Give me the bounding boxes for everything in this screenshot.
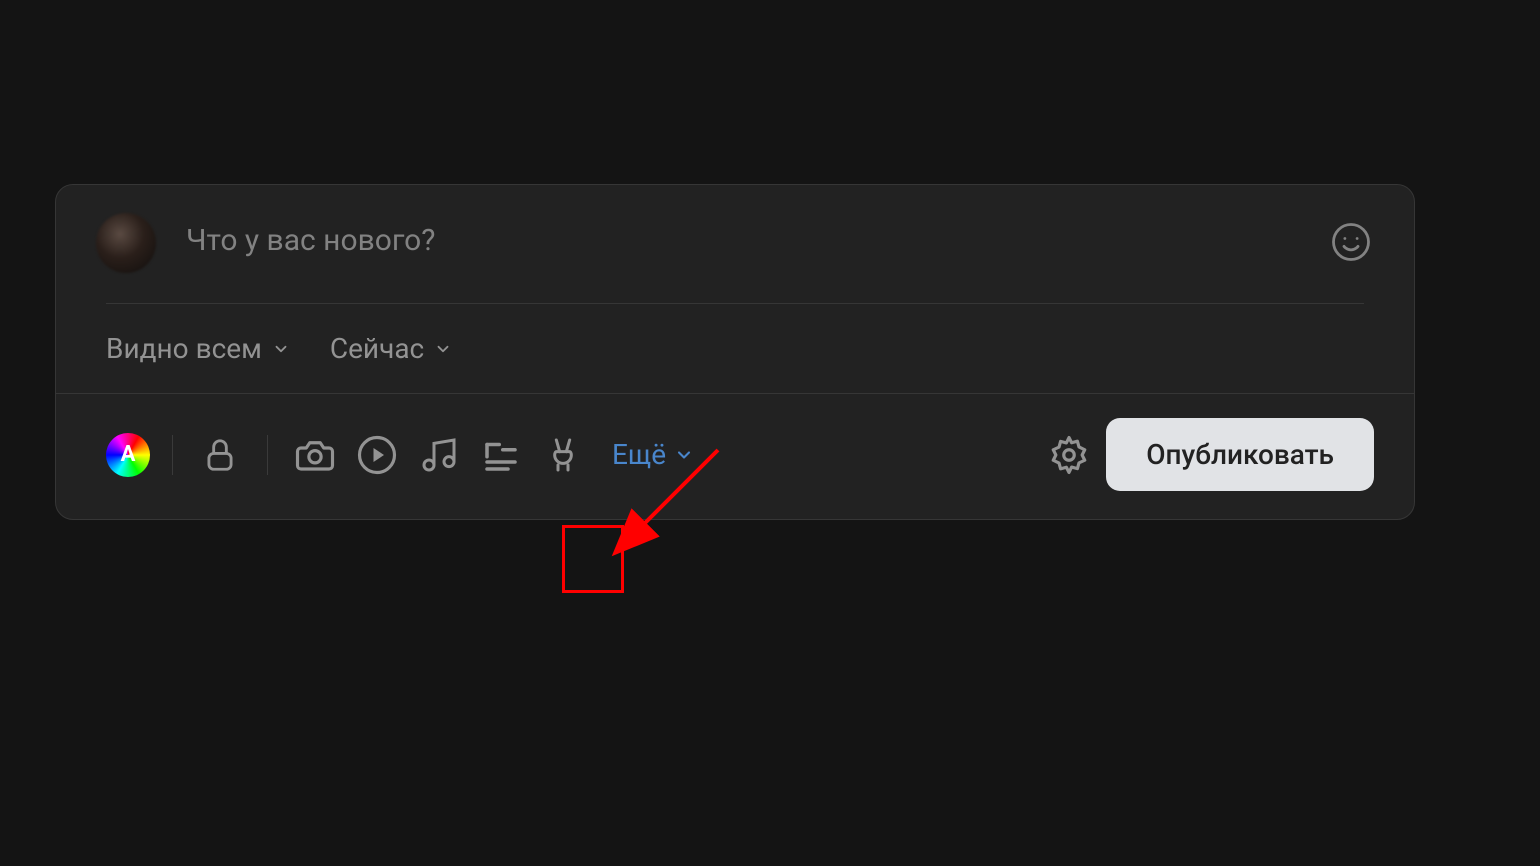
photo-button[interactable] xyxy=(290,430,340,480)
chevron-down-icon xyxy=(272,340,290,358)
publish-button[interactable]: Опубликовать xyxy=(1106,418,1374,491)
post-composer: Видно всем Сейчас xyxy=(55,184,1415,520)
post-text-input[interactable] xyxy=(186,213,1298,258)
peace-hand-icon xyxy=(543,435,583,475)
emoji-button[interactable] xyxy=(1328,219,1374,265)
smile-icon xyxy=(1330,221,1372,263)
video-button[interactable] xyxy=(352,430,402,480)
chevron-down-icon xyxy=(434,340,452,358)
lock-icon xyxy=(201,436,239,474)
separator xyxy=(267,435,268,475)
chevron-down-icon xyxy=(674,445,694,465)
article-button[interactable] xyxy=(476,430,526,480)
gear-icon xyxy=(1048,434,1090,476)
composer-actions: Ещё Опубликовать xyxy=(56,393,1414,519)
mood-button[interactable] xyxy=(538,430,588,480)
color-picker-button[interactable] xyxy=(106,433,150,477)
more-dropdown[interactable]: Ещё xyxy=(612,438,694,471)
composer-input-row xyxy=(56,185,1414,303)
settings-button[interactable] xyxy=(1044,430,1094,480)
audio-button[interactable] xyxy=(414,430,464,480)
play-circle-icon xyxy=(356,434,398,476)
timing-dropdown[interactable]: Сейчас xyxy=(330,332,452,365)
more-label: Ещё xyxy=(612,438,666,471)
camera-icon xyxy=(294,434,336,476)
composer-options: Видно всем Сейчас xyxy=(56,304,1414,393)
visibility-dropdown[interactable]: Видно всем xyxy=(106,332,290,365)
user-avatar[interactable] xyxy=(96,213,156,273)
privacy-button[interactable] xyxy=(195,430,245,480)
visibility-label: Видно всем xyxy=(106,332,262,365)
article-icon xyxy=(480,434,522,476)
separator xyxy=(172,435,173,475)
music-icon xyxy=(419,435,459,475)
annotation-highlight-box xyxy=(562,525,624,593)
timing-label: Сейчас xyxy=(330,332,424,365)
